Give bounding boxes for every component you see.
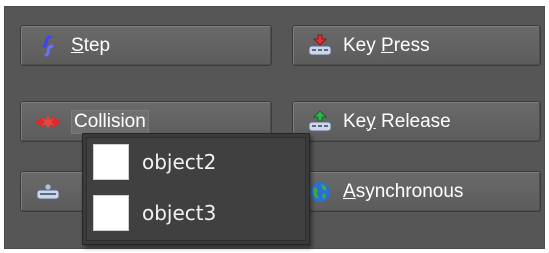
menu-item-object3[interactable]: object3 [93, 193, 305, 233]
asynchronous-event-label: Asynchronous [343, 180, 464, 202]
step-event-label: Step [71, 34, 111, 56]
key-release-event-label: Key Release [343, 110, 451, 132]
key-press-icon [305, 33, 335, 59]
object-sprite-thumbnail [93, 195, 129, 231]
step-event-button[interactable]: Step [20, 25, 272, 66]
collision-event-label: Collision [71, 109, 149, 134]
step-icon [33, 33, 63, 59]
key-press-event-button[interactable]: Key Press [292, 25, 541, 66]
collision-icon [33, 109, 63, 135]
collision-object-menu-body: object2 object3 [86, 137, 306, 241]
object-sprite-thumbnail [93, 144, 129, 180]
menu-item-label: object2 [142, 150, 217, 174]
collision-object-menu: object2 object3 [82, 133, 310, 245]
key-press-event-label: Key Press [343, 34, 430, 56]
key-release-event-button[interactable]: Key Release [292, 101, 541, 142]
other-event-icon [33, 179, 63, 205]
asynchronous-event-button[interactable]: Asynchronous [292, 171, 541, 212]
key-release-icon [305, 109, 335, 135]
menu-item-object2[interactable]: object2 [93, 142, 305, 182]
menu-item-label: object3 [142, 201, 217, 225]
